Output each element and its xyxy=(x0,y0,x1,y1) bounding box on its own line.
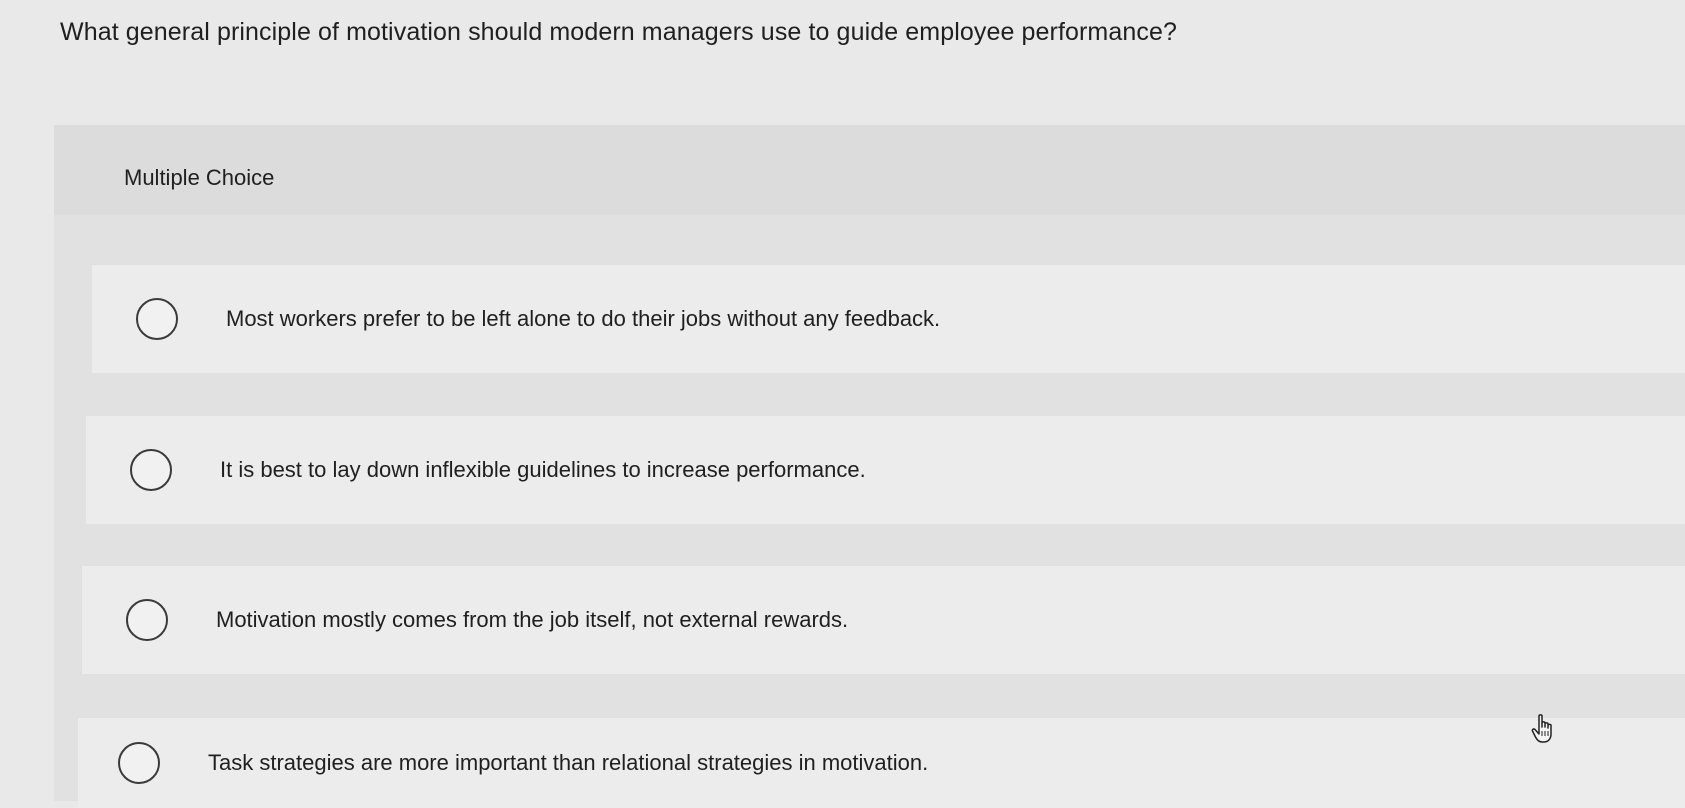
answer-option-text-4: Task strategies are more important than … xyxy=(208,750,929,775)
multiple-choice-label: Multiple Choice xyxy=(124,165,275,190)
radio-button-3[interactable] xyxy=(126,599,168,641)
radio-button-4[interactable] xyxy=(118,742,160,784)
radio-button-2[interactable] xyxy=(130,449,172,491)
radio-button-1[interactable] xyxy=(136,298,178,340)
answer-option-2[interactable]: It is best to lay down inflexible guidel… xyxy=(86,416,1685,524)
answer-option-1[interactable]: Most workers prefer to be left alone to … xyxy=(92,265,1685,373)
answer-option-text-2: It is best to lay down inflexible guidel… xyxy=(220,457,866,482)
answer-option-4[interactable]: Task strategies are more important than … xyxy=(78,718,1685,808)
answer-option-text-3: Motivation mostly comes from the job its… xyxy=(216,607,849,632)
panel-header: Multiple Choice xyxy=(54,125,1685,215)
hand-pointer-icon xyxy=(1531,714,1552,743)
answer-option-text-1: Most workers prefer to be left alone to … xyxy=(226,306,941,331)
question-text: What general principle of motivation sho… xyxy=(60,18,1177,46)
answer-option-3[interactable]: Motivation mostly comes from the job its… xyxy=(82,566,1685,674)
